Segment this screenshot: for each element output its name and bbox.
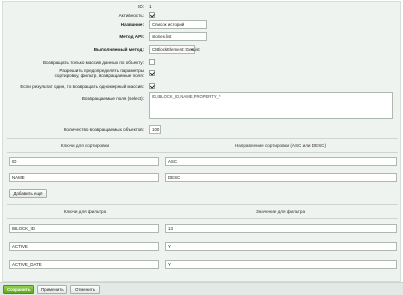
id-value: 1 <box>149 4 152 9</box>
single-result-checkbox[interactable] <box>149 83 155 89</box>
allow-override-label: Разрешить предопределять параметры сорти… <box>0 68 144 78</box>
filter-col-keys: Ключи для фильтра <box>63 209 107 214</box>
filter-key-input-3[interactable]: ACTIVE_DATE <box>9 260 159 269</box>
filter-col-values: Значение для фильтра <box>255 209 306 214</box>
name-row: Название: Список историй <box>3 20 400 29</box>
count-input[interactable]: 100 <box>149 125 161 134</box>
filter-value-input-2[interactable]: Y <box>165 242 397 251</box>
filter-table-header: Ключи для фильтра Значение для фильтра <box>7 207 398 216</box>
executed-method-row: Выполняемый метод: CIBlockElement::GetLi… <box>3 45 400 54</box>
sort-key-input-2[interactable]: NAME <box>9 173 159 182</box>
filter-key-input-1[interactable]: IBLOCK_ID <box>9 224 159 233</box>
add-more-button[interactable]: Добавить ещё <box>9 189 47 198</box>
count-label: Количество возвращаемых объектов: <box>63 127 144 132</box>
return-fields-label: Возвращаемые поля (select): <box>81 96 144 101</box>
sort-dir-input-2[interactable]: DESC <box>165 173 397 182</box>
sort-key-input-1[interactable]: ID <box>9 157 159 166</box>
apply-button[interactable]: Применить <box>37 285 67 294</box>
active-checkbox[interactable] <box>149 12 155 18</box>
allow-override-checkbox[interactable] <box>149 70 155 76</box>
sort-table-header: Ключи для сортировки Направление сортиро… <box>7 141 398 150</box>
return-fields-textarea[interactable]: ID,IBLOCK_ID,NAME,PROPERTY_* <box>149 92 393 119</box>
sort-col-dirs: Направление сортировки (ASC или DESC) <box>234 143 327 148</box>
api-method-input[interactable]: stories.list <box>149 32 207 41</box>
allow-override-label-line2: сортировку, фильтр, возвращаемые поля: <box>54 73 144 78</box>
api-method-label: Метод API: <box>119 34 144 39</box>
executed-method-label: Выполняемый метод: <box>93 47 144 52</box>
save-button[interactable]: Сохранить <box>3 285 34 294</box>
filter-value-input-1[interactable]: 13 <box>165 224 397 233</box>
single-result-label: Если результат один, то возвращать одном… <box>20 84 144 89</box>
chevron-down-icon: ▾ <box>190 47 193 52</box>
name-label: Название: <box>120 22 144 27</box>
return-fields-row: Возвращаемые поля (select): ID,IBLOCK_ID… <box>3 92 400 120</box>
allow-override-row: Разрешить предопределять параметры сорти… <box>3 67 400 80</box>
id-label: ID: <box>138 4 144 9</box>
filter-key-input-2[interactable]: ACTIVE <box>9 242 159 251</box>
executed-method-select[interactable]: CIBlockElement::GetList ▾ <box>149 45 200 54</box>
only-count-row: Возвращать только массив данных по объек… <box>3 58 400 67</box>
filter-value-input-3[interactable]: Y <box>165 260 397 269</box>
filter-table: Ключи для фильтра Значение для фильтра I… <box>7 204 398 275</box>
divider <box>7 218 398 219</box>
sort-dir-input-1[interactable]: ASC <box>165 157 397 166</box>
sort-table: Ключи для сортировки Направление сортиро… <box>7 138 398 185</box>
id-row: ID: 1 <box>3 2 400 11</box>
single-result-row: Если результат один, то возвращать одном… <box>3 82 400 91</box>
active-label: Активность: <box>118 13 144 18</box>
only-count-label: Возвращать только массив данных по объек… <box>42 60 144 65</box>
form-footer: Сохранить Применить Отменить <box>0 282 403 295</box>
name-input[interactable]: Список историй <box>149 20 207 29</box>
divider <box>7 152 398 153</box>
count-row: Количество возвращаемых объектов: 100 <box>3 125 400 134</box>
cancel-button[interactable]: Отменить <box>70 285 100 294</box>
sort-col-keys: Ключи для сортировки <box>60 143 110 148</box>
active-row: Активность: <box>3 11 400 20</box>
api-method-row: Метод API: stories.list <box>3 32 400 41</box>
only-count-checkbox[interactable] <box>149 59 155 65</box>
edit-form-panel: ID: 1 Активность: Название: Список истор… <box>2 1 401 282</box>
